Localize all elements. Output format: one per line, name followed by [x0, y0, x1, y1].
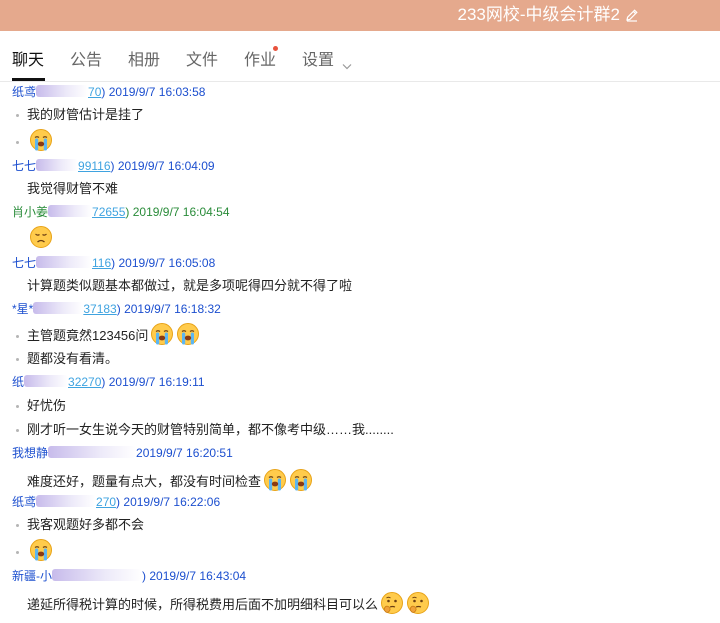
- sender-id[interactable]: 32270: [68, 375, 101, 389]
- redacted-id: [36, 159, 79, 171]
- message-time: 2019/9/7 16:22:06: [123, 495, 221, 509]
- message-text: 难度还好，题量有点大，都没有时间检查: [27, 474, 262, 489]
- sender-id[interactable]: 99116: [78, 159, 110, 173]
- message-line: 好忧伤: [16, 394, 66, 418]
- group-title: 233网校-中级会计群2: [457, 5, 620, 24]
- crying-emoji-icon: [263, 468, 287, 492]
- tab-album[interactable]: 相册: [128, 51, 160, 71]
- crying-emoji-icon: [29, 538, 53, 562]
- tab-announcements[interactable]: 公告: [70, 51, 102, 71]
- redacted-id: [36, 85, 89, 97]
- sender-name[interactable]: 新疆-小: [12, 569, 52, 583]
- sender-name[interactable]: 我想静: [12, 446, 48, 460]
- tab-files[interactable]: 文件: [186, 51, 218, 71]
- title-bar: 233网校-中级会计群2: [0, 0, 720, 31]
- message-header: 新疆-小) 2019/9/7 16:43:04: [12, 569, 247, 583]
- message-time: 2019/9/7 16:43:04: [149, 569, 247, 583]
- crying-emoji-icon: [289, 468, 313, 492]
- message-line: 难度还好，题量有点大，都没有时间检查: [16, 468, 313, 492]
- chevron-down-icon[interactable]: [342, 57, 352, 70]
- message-text: 刚才听一女生说今天的财管特别简单，都不像考中级……我........: [27, 422, 394, 437]
- message-header: 纸 32270) 2019/9/7 16:19:11: [12, 375, 205, 389]
- active-tab-indicator: [12, 78, 45, 81]
- message-header: 纸鸢 270) 2019/9/7 16:22:06: [12, 495, 221, 509]
- message-line: 主管题竟然123456问: [16, 322, 200, 346]
- message-header: 纸鸢 70) 2019/9/7 16:03:58: [12, 85, 206, 99]
- message-line: 我觉得财管不难: [16, 177, 118, 201]
- message-text: 我觉得财管不难: [27, 181, 119, 196]
- crying-emoji-icon: [150, 322, 174, 346]
- message-text: 题都没有看清。: [27, 351, 119, 366]
- sender-id[interactable]: 70: [88, 85, 101, 99]
- message-text: 好忧伤: [27, 398, 67, 413]
- sender-name[interactable]: 纸: [12, 375, 24, 389]
- message-line: 我的财管估计是挂了: [16, 103, 144, 127]
- message-line: [16, 225, 53, 249]
- message-text: 主管题竟然123456问: [27, 328, 149, 343]
- message-time: 2019/9/7 16:05:08: [118, 256, 216, 270]
- chat-message-list[interactable]: 纸鸢 70) 2019/9/7 16:03:58 我的财管估计是挂了 七七 9911…: [0, 82, 720, 623]
- sender-id[interactable]: 116: [92, 256, 111, 270]
- tab-settings[interactable]: 设置: [302, 51, 334, 71]
- sender-name[interactable]: 七七: [12, 256, 36, 270]
- edit-icon[interactable]: [624, 7, 640, 23]
- sender-name[interactable]: *星*: [12, 302, 33, 316]
- tab-bar: 聊天 公告 相册 文件 作业 设置: [0, 31, 720, 82]
- sender-id[interactable]: 270: [96, 495, 116, 509]
- message-line: 递延所得税计算的时候，所得税费用后面不加明细科目可以么: [16, 591, 430, 615]
- crying-emoji-icon: [176, 322, 200, 346]
- message-text: 递延所得税计算的时候，所得税费用后面不加明细科目可以么: [27, 597, 379, 612]
- message-time: 2019/9/7 16:20:51: [136, 446, 233, 460]
- redacted-id: [48, 446, 137, 458]
- tab-homework[interactable]: 作业: [244, 51, 276, 71]
- redacted-id: [52, 569, 142, 581]
- redacted-id: [36, 495, 97, 507]
- message-time: 2019/9/7 16:18:32: [124, 302, 221, 316]
- message-line: 刚才听一女生说今天的财管特别简单，都不像考中级……我........: [16, 418, 394, 442]
- sender-id[interactable]: 37183: [83, 302, 116, 316]
- message-time: 2019/9/7 16:04:54: [132, 205, 230, 219]
- message-text: 计算题类似题基本都做过，就是多项呢得四分就不得了啦: [27, 278, 353, 293]
- crying-emoji-icon: [29, 128, 53, 152]
- thinking-emoji-icon: [380, 591, 404, 615]
- message-time: 2019/9/7 16:04:09: [117, 159, 215, 173]
- message-header: 我想静 2019/9/7 16:20:51: [12, 444, 233, 462]
- message-line: [16, 128, 53, 152]
- tab-chat[interactable]: 聊天: [12, 51, 44, 71]
- redacted-id: [24, 375, 69, 387]
- message-time: 2019/9/7 16:03:58: [108, 85, 206, 99]
- redacted-id: [48, 205, 93, 217]
- message-header: *星* 37183) 2019/9/7 16:18:32: [12, 302, 221, 316]
- sender-name[interactable]: 纸鸢: [12, 495, 36, 509]
- message-line: [16, 538, 53, 562]
- thinking-emoji-icon: [406, 591, 430, 615]
- redacted-id: [36, 256, 93, 268]
- message-line: 我客观题好多都不会: [16, 513, 144, 537]
- message-header: 七七 116) 2019/9/7 16:05:08: [12, 256, 216, 270]
- message-time: 2019/9/7 16:19:11: [108, 375, 205, 389]
- message-text: 我的财管估计是挂了: [27, 107, 145, 122]
- sender-name[interactable]: 纸鸢: [12, 85, 36, 99]
- message-line: 计算题类似题基本都做过，就是多项呢得四分就不得了啦: [16, 274, 352, 298]
- sender-name[interactable]: 七七: [12, 159, 36, 173]
- message-text: 我客观题好多都不会: [27, 517, 145, 532]
- sender-name[interactable]: 肖小姜: [12, 205, 48, 219]
- message-line: 题都没有看清。: [16, 347, 118, 371]
- message-header: 七七 99116) 2019/9/7 16:04:09: [12, 159, 215, 173]
- message-header: 肖小姜 72655) 2019/9/7 16:04:54: [12, 205, 230, 219]
- redacted-id: [33, 302, 84, 314]
- sender-id[interactable]: 72655: [92, 205, 125, 219]
- homework-badge: [273, 46, 278, 51]
- sad-emoji-icon: [29, 225, 53, 249]
